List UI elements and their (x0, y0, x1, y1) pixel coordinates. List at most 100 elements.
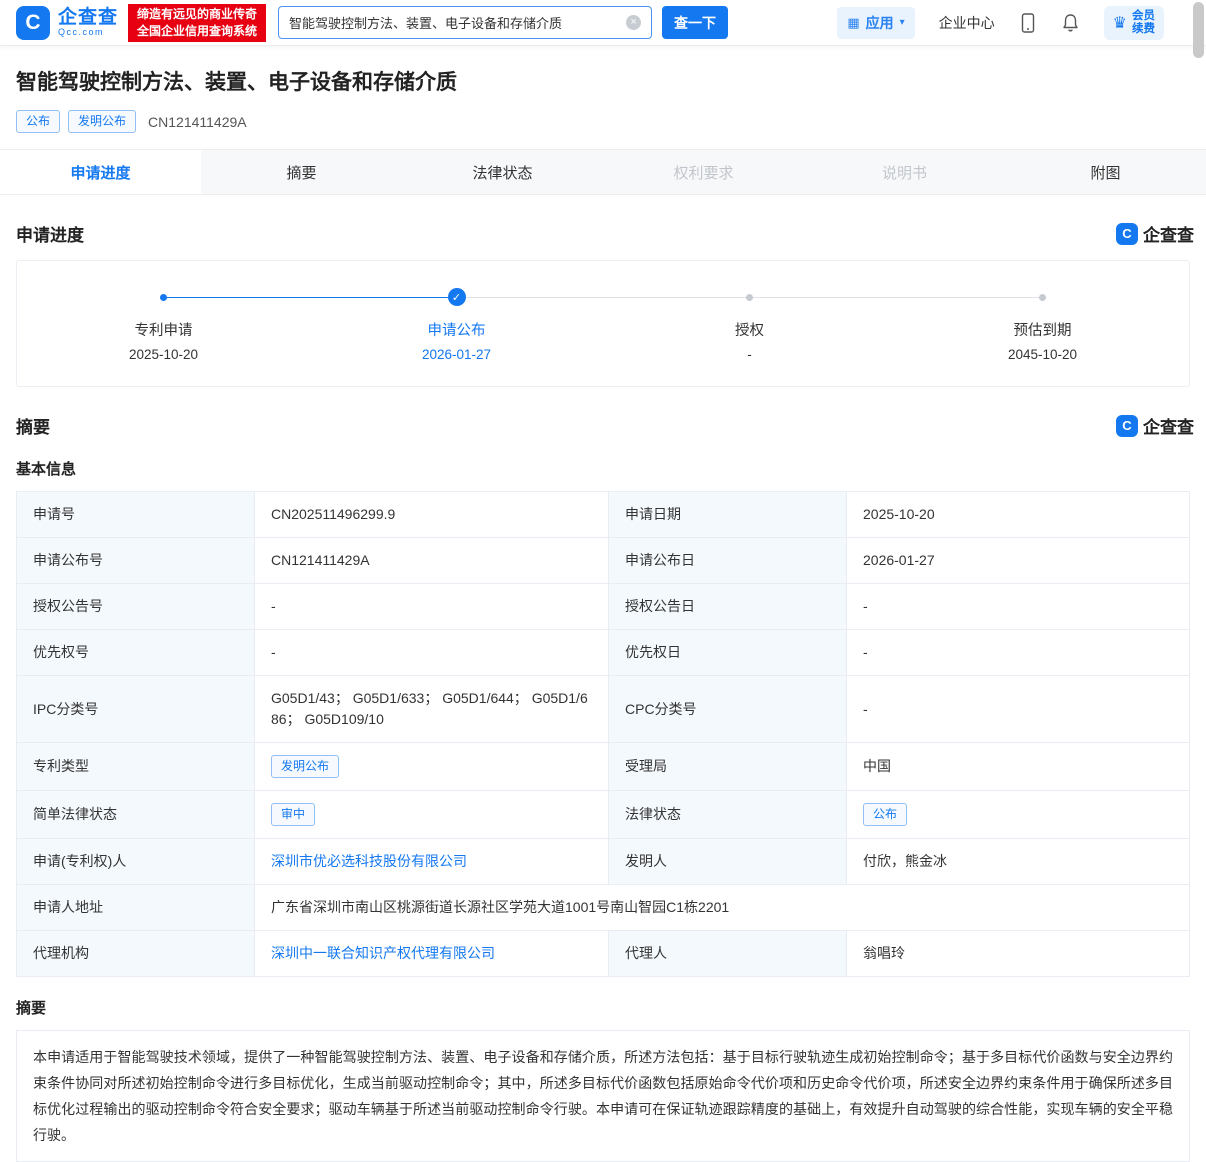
qcc-logo[interactable]: C 企查查 Qcc.com (16, 6, 118, 40)
info-label: 优先权日 (609, 630, 847, 676)
basic-info-table: 申请号 CN202511496299.9 申请日期 2025-10-20 申请公… (16, 491, 1190, 977)
applicant-link[interactable]: 深圳市优必选科技股份有限公司 (271, 853, 467, 869)
step-label: 申请公布 (428, 319, 486, 340)
info-value: - (847, 676, 1190, 743)
timeline-dot (160, 294, 167, 301)
search-input[interactable]: 智能驾驶控制方法、装置、电子设备和存储介质 × (278, 6, 652, 39)
info-label: 授权公告号 (17, 584, 255, 630)
qcc-watermark: C 企查查 (1116, 221, 1194, 246)
scrollbar-thumb[interactable] (1193, 2, 1204, 58)
info-label: 发明人 (609, 839, 847, 885)
info-label: IPC分类号 (17, 676, 255, 743)
chevron-down-icon: ▾ (900, 17, 905, 28)
status-tag-published: 公布 (16, 110, 60, 133)
qcc-logo-text: 企查查 Qcc.com (58, 8, 118, 37)
timeline-dot-area (746, 288, 753, 306)
step-date: 2025-10-20 (129, 347, 198, 362)
detail-tabs: 申请进度 摘要 法律状态 权利要求 说明书 附图 (0, 149, 1206, 195)
qcc-watermark-icon: C (1116, 223, 1138, 245)
summary-section-title: 摘要 (16, 413, 50, 438)
timeline-step-granted: 授权 - (603, 288, 896, 362)
timeline-check-icon: ✓ (448, 288, 466, 306)
info-label: 优先权号 (17, 630, 255, 676)
info-value: 2025-10-20 (847, 492, 1190, 538)
apps-menu-button[interactable]: ▦ 应用 ▾ (837, 7, 914, 39)
timeline-dot-area (160, 288, 167, 306)
abstract-text: 本申请适用于智能驾驶技术领域，提供了一种智能驾驶控制方法、装置、电子设备和存储介… (33, 1044, 1173, 1148)
info-value: 公布 (847, 791, 1190, 839)
table-row: 申请人地址 广东省深圳市南山区桃源街道长源社区学苑大道1001号南山智园C1栋2… (17, 885, 1190, 931)
info-value: 发明公布 (255, 743, 609, 791)
timeline-dot-area: ✓ (448, 288, 466, 306)
enterprise-center-link[interactable]: 企业中心 (939, 13, 995, 33)
info-label: 申请号 (17, 492, 255, 538)
info-value: - (847, 584, 1190, 630)
member-renewal-button[interactable]: ♛ 会员 续费 (1104, 6, 1164, 40)
info-value: - (255, 630, 609, 676)
qcc-logo-icon: C (16, 6, 50, 40)
qcc-watermark-text: 企查查 (1143, 221, 1194, 246)
table-row: 专利类型 发明公布 受理局 中国 (17, 743, 1190, 791)
patent-type-tag: 发明公布 (271, 755, 339, 778)
member-label: 会员 续费 (1132, 10, 1155, 36)
member-label-line2: 续费 (1132, 23, 1155, 36)
step-date: - (747, 347, 752, 362)
progress-section-title: 申请进度 (16, 221, 84, 246)
info-value: - (255, 584, 609, 630)
agency-link[interactable]: 深圳中一联合知识产权代理有限公司 (271, 945, 495, 961)
timeline-box: 专利申请 2025-10-20 ✓ 申请公布 2026-01-27 授权 - 预… (16, 260, 1190, 387)
info-value: 翁唱玲 (847, 931, 1190, 977)
table-row: 申请号 CN202511496299.9 申请日期 2025-10-20 (17, 492, 1190, 538)
basic-info-title: 基本信息 (16, 458, 1190, 479)
apps-menu-label: 应用 (866, 13, 894, 33)
info-label: 法律状态 (609, 791, 847, 839)
info-label: 申请日期 (609, 492, 847, 538)
timeline-dot-area (1039, 288, 1046, 306)
abstract-title: 摘要 (16, 997, 1190, 1018)
step-date: 2026-01-27 (422, 347, 491, 362)
search-value: 智能驾驶控制方法、装置、电子设备和存储介质 (289, 13, 562, 32)
step-date: 2045-10-20 (1008, 347, 1077, 362)
timeline: 专利申请 2025-10-20 ✓ 申请公布 2026-01-27 授权 - 预… (17, 288, 1189, 362)
info-label: 申请人地址 (17, 885, 255, 931)
info-value: CN121411429A (255, 538, 609, 584)
info-label: 申请(专利权)人 (17, 839, 255, 885)
summary-section: 摘要 C 企查查 基本信息 申请号 CN202511496299.9 申请日期 … (0, 413, 1206, 1162)
header: C 企查查 Qcc.com 缔造有远见的商业传奇 全国企业信用查询系统 智能驾驶… (0, 0, 1206, 46)
apps-grid-icon: ▦ (847, 15, 859, 31)
search-area: 智能驾驶控制方法、装置、电子设备和存储介质 × 查一下 (278, 6, 728, 39)
mobile-app-icon[interactable] (1019, 13, 1037, 33)
info-value-address: 广东省深圳市南山区桃源街道长源社区学苑大道1001号南山智园C1栋2201 (255, 885, 1190, 931)
search-button[interactable]: 查一下 (662, 6, 728, 39)
info-value: 深圳市优必选科技股份有限公司 (255, 839, 609, 885)
tab-figures[interactable]: 附图 (1005, 150, 1206, 194)
step-label: 预估到期 (1014, 319, 1072, 340)
tab-abstract[interactable]: 摘要 (201, 150, 402, 194)
info-label: 受理局 (609, 743, 847, 791)
tab-legal-status[interactable]: 法律状态 (402, 150, 603, 194)
table-row: 代理机构 深圳中一联合知识产权代理有限公司 代理人 翁唱玲 (17, 931, 1190, 977)
info-value: CN202511496299.9 (255, 492, 609, 538)
timeline-step-published: ✓ 申请公布 2026-01-27 (310, 288, 603, 362)
clear-search-icon[interactable]: × (626, 15, 641, 30)
progress-section: 申请进度 C 企查查 专利申请 2025-10-20 ✓ 申请公布 2026-0… (0, 221, 1206, 387)
info-label: 代理机构 (17, 931, 255, 977)
table-row: 授权公告号 - 授权公告日 - (17, 584, 1190, 630)
slogan-banner: 缔造有远见的商业传奇 全国企业信用查询系统 (128, 4, 266, 42)
tab-description: 说明书 (804, 150, 1005, 194)
timeline-step-filed: 专利申请 2025-10-20 (17, 288, 310, 362)
title-section: 智能驾驶控制方法、装置、电子设备和存储介质 公布 发明公布 CN12141142… (0, 46, 1206, 149)
tab-claims: 权利要求 (603, 150, 804, 194)
slogan-line1: 缔造有远见的商业传奇 (137, 6, 257, 23)
patent-tag-row: 公布 发明公布 CN121411429A (16, 110, 1190, 133)
timeline-dot (746, 294, 753, 301)
table-row: 简单法律状态 审中 法律状态 公布 (17, 791, 1190, 839)
info-label: 授权公告日 (609, 584, 847, 630)
member-crown-icon: ♛ (1113, 13, 1127, 33)
info-value: 付欣，熊金冰 (847, 839, 1190, 885)
summary-section-header: 摘要 C 企查查 (16, 413, 1190, 438)
bell-icon[interactable] (1061, 13, 1080, 33)
status-tag-invention-publication: 发明公布 (68, 110, 136, 133)
tab-application-progress[interactable]: 申请进度 (0, 150, 201, 194)
simple-legal-status-tag: 审中 (271, 803, 315, 826)
